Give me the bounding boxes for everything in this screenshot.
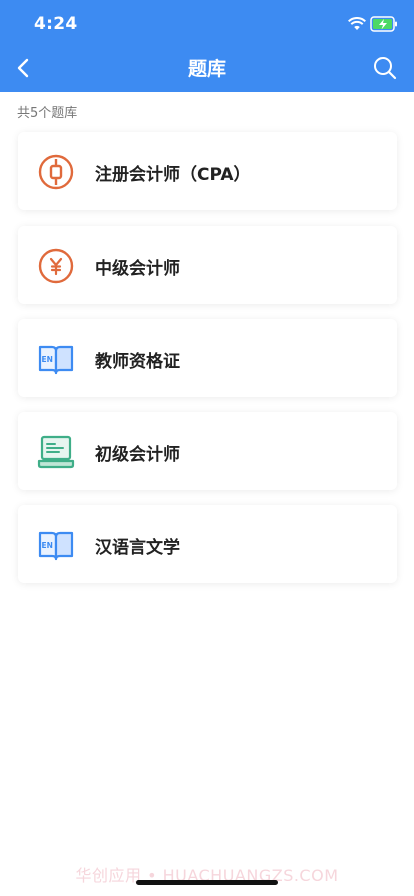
bank-item-label: 注册会计师（CPA）	[95, 165, 251, 185]
bank-item-chinese-literature[interactable]: EN 汉语言文学	[18, 505, 397, 583]
bank-item-teacher-certificate[interactable]: EN 教师资格证	[18, 319, 397, 397]
bank-item-label: 中级会计师	[95, 259, 180, 279]
nav-bar: 题库	[0, 48, 414, 88]
laptop-icon	[37, 435, 75, 469]
question-bank-count: 共5个题库	[17, 106, 78, 121]
svg-text:EN: EN	[42, 541, 53, 550]
page-title: 题库	[187, 58, 226, 80]
header-bar: 4:24 题库	[0, 0, 414, 92]
status-time: 4:24	[34, 14, 78, 34]
status-bar: 4:24	[0, 0, 414, 48]
bank-item-label: 汉语言文学	[95, 538, 180, 558]
yuan-icon	[38, 248, 74, 284]
bank-item-junior-accountant[interactable]: 初级会计师	[18, 412, 397, 490]
coin-icon	[38, 154, 74, 190]
search-icon[interactable]	[372, 55, 398, 81]
home-indicator[interactable]	[136, 880, 278, 885]
en-book-icon: EN	[38, 531, 74, 561]
bank-item-cpa[interactable]: 注册会计师（CPA）	[18, 132, 397, 210]
en-book-icon: EN	[38, 345, 74, 375]
wifi-icon	[348, 17, 366, 30]
bank-item-intermediate-accountant[interactable]: 中级会计师	[18, 226, 397, 304]
bank-item-label: 初级会计师	[95, 445, 180, 465]
svg-text:EN: EN	[42, 355, 53, 364]
bank-item-label: 教师资格证	[95, 352, 180, 372]
battery-charging-icon	[370, 16, 397, 32]
